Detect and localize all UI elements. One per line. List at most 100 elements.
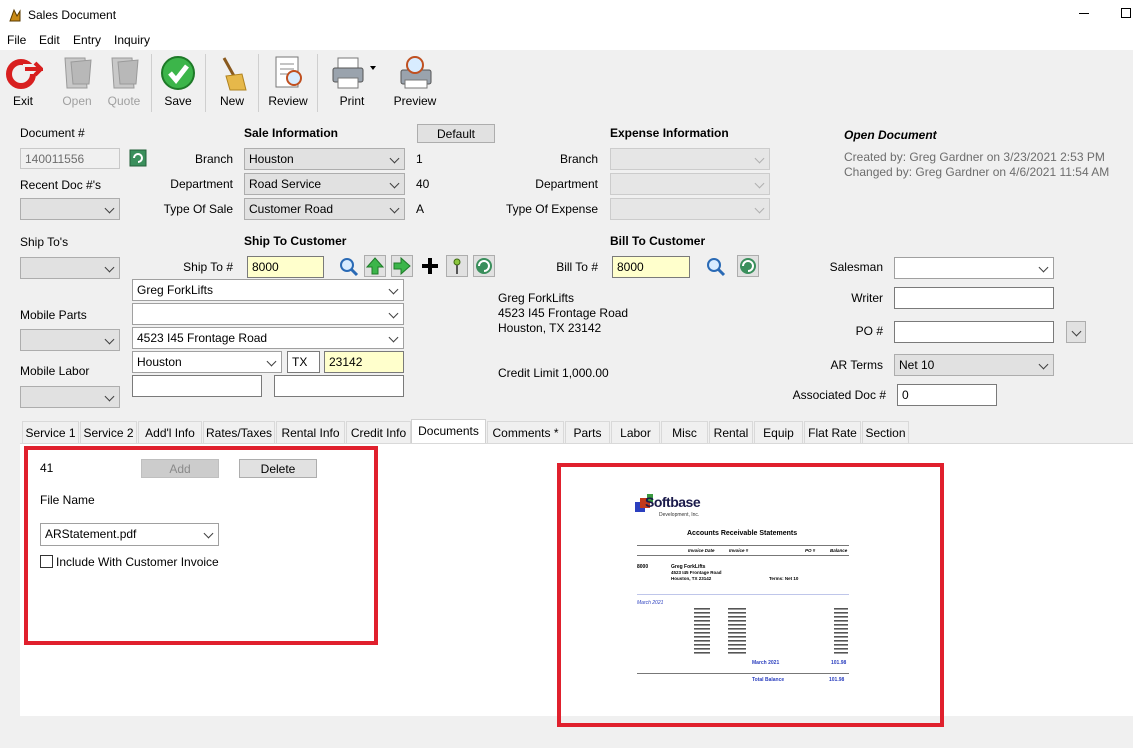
maximize-icon[interactable] — [1121, 8, 1131, 18]
open-document-status: Open Document — [844, 128, 937, 142]
expense-department-select[interactable] — [610, 173, 770, 195]
tab-equip[interactable]: Equip — [754, 421, 803, 444]
bill-to-number-field[interactable]: 8000 — [612, 256, 690, 278]
tab-section[interactable]: Section — [862, 421, 909, 444]
sale-type-select[interactable]: Customer Road — [244, 198, 405, 220]
delete-document-button[interactable]: Delete — [239, 459, 317, 478]
ship-to-label: Ship To # — [183, 260, 233, 274]
sale-info-heading: Sale Information — [244, 126, 339, 140]
refresh-doc-button[interactable] — [129, 149, 147, 167]
ship-to-add-button[interactable] — [419, 255, 441, 277]
mobile-parts-select[interactable] — [20, 329, 120, 351]
pdf-title: Accounts Receivable Statements — [687, 530, 798, 537]
ship-to-heading: Ship To Customer — [244, 234, 347, 248]
expense-branch-label: Branch — [559, 152, 598, 166]
tab-comments[interactable]: Comments * — [487, 421, 564, 444]
bill-to-refresh-button[interactable] — [737, 255, 759, 277]
ship-tos-label: Ship To's — [20, 235, 69, 249]
tab-addl-info[interactable]: Add'l Info — [138, 421, 202, 444]
expense-branch-select[interactable] — [610, 148, 770, 170]
tab-parts[interactable]: Parts — [565, 421, 610, 444]
ship-to-refresh-button[interactable] — [473, 255, 495, 277]
review-icon — [275, 56, 302, 88]
tab-labor[interactable]: Labor — [611, 421, 660, 444]
ship-to-city-select[interactable]: Houston — [132, 351, 282, 373]
pdf-month-total: 101.98 — [831, 660, 847, 666]
include-invoice-checkbox[interactable] — [40, 555, 53, 568]
add-document-button[interactable]: Add — [141, 459, 219, 478]
tab-service-1[interactable]: Service 1 — [22, 421, 79, 444]
recent-docs-select[interactable] — [20, 198, 120, 220]
pdf-invoice-lines — [694, 608, 848, 654]
ar-terms-label: AR Terms — [830, 358, 883, 372]
plus-icon — [422, 258, 438, 274]
print-icon — [332, 57, 376, 89]
po-field[interactable] — [894, 321, 1054, 343]
ship-tos-select[interactable] — [20, 257, 120, 279]
writer-field[interactable] — [894, 287, 1054, 309]
ship-to-right-button[interactable] — [391, 255, 413, 277]
pdf-cust-city: Houston, TX 23142 — [671, 576, 712, 581]
sale-type-label: Type Of Sale — [163, 202, 233, 216]
tab-service-2[interactable]: Service 2 — [80, 421, 137, 444]
refresh-icon — [129, 149, 147, 167]
ship-to-extra-field-1[interactable] — [132, 375, 262, 397]
menu-edit[interactable]: Edit — [39, 33, 60, 47]
salesman-label: Salesman — [829, 260, 883, 274]
ship-to-number-field[interactable]: 8000 — [247, 256, 324, 278]
tab-rental-info[interactable]: Rental Info — [276, 421, 345, 444]
sale-department-select[interactable]: Road Service — [244, 173, 405, 195]
menu-entry[interactable]: Entry — [73, 33, 101, 47]
pdf-total-label: Total Balance — [752, 677, 785, 683]
ship-to-address2-select[interactable] — [132, 303, 404, 325]
salesman-select[interactable] — [894, 257, 1054, 279]
ship-to-name-select[interactable]: Greg ForkLifts — [132, 279, 404, 301]
ship-to-up-button[interactable] — [364, 255, 386, 277]
exit-icon — [6, 59, 46, 89]
ship-to-name-value: Greg ForkLifts — [137, 283, 214, 297]
print-button[interactable]: Print — [330, 54, 378, 108]
ship-to-pin-button[interactable] — [446, 255, 468, 277]
open-button[interactable]: Open — [56, 54, 98, 108]
file-name-value: ARStatement.pdf — [45, 527, 137, 541]
bill-to-label: Bill To # — [556, 260, 598, 274]
default-button[interactable]: Default — [417, 124, 495, 143]
expense-type-select[interactable] — [610, 198, 770, 220]
mobile-labor-select[interactable] — [20, 386, 120, 408]
bill-to-search-button[interactable] — [705, 256, 727, 278]
tab-misc[interactable]: Misc — [661, 421, 708, 444]
ship-to-search-button[interactable] — [338, 256, 360, 278]
menu-file[interactable]: File — [7, 33, 26, 47]
sale-branch-select[interactable]: Houston — [244, 148, 405, 170]
refresh-icon — [473, 255, 495, 277]
ship-to-street-select[interactable]: 4523 I45 Frontage Road — [132, 327, 404, 349]
ship-to-zip-field[interactable]: 23142 — [324, 351, 404, 373]
new-broom-icon — [222, 57, 247, 91]
pdf-preview: Softbase Development, Inc. Accounts Rece… — [569, 476, 931, 712]
tab-rates-taxes[interactable]: Rates/Taxes — [203, 421, 275, 444]
new-button[interactable]: New — [211, 54, 253, 108]
print-label: Print — [339, 94, 365, 108]
associated-doc-field[interactable]: 0 — [897, 384, 997, 406]
tab-documents[interactable]: Documents — [411, 419, 486, 444]
preview-button[interactable]: Preview — [392, 54, 438, 108]
ship-to-extra-field-2[interactable] — [274, 375, 404, 397]
exit-button[interactable]: Exit — [2, 54, 46, 108]
ship-to-state-field[interactable]: TX — [287, 351, 320, 373]
menu-inquiry[interactable]: Inquiry — [114, 33, 150, 47]
tab-credit-info[interactable]: Credit Info — [346, 421, 411, 444]
review-button[interactable]: Review — [266, 54, 310, 108]
tab-rental[interactable]: Rental — [709, 421, 753, 444]
ship-to-street-value: 4523 I45 Frontage Road — [137, 331, 268, 345]
tab-flat-rate[interactable]: Flat Rate — [804, 421, 861, 444]
save-button[interactable]: Save — [157, 54, 199, 108]
ar-terms-select[interactable]: Net 10 — [894, 354, 1054, 376]
mobile-labor-label: Mobile Labor — [20, 364, 90, 378]
minimize-icon[interactable] — [1079, 13, 1089, 14]
po-dropdown[interactable] — [1066, 321, 1086, 343]
associated-doc-label: Associated Doc # — [792, 388, 886, 402]
file-name-select[interactable]: ARStatement.pdf — [40, 523, 219, 546]
refresh-icon — [737, 255, 759, 277]
quote-button[interactable]: Quote — [103, 54, 145, 108]
up-arrow-icon — [364, 255, 386, 277]
